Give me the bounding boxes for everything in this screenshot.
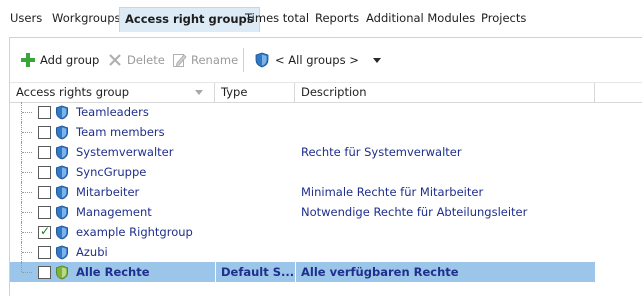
toolbar-separator bbox=[243, 48, 244, 72]
row-name: Azubi bbox=[76, 245, 108, 259]
row-name: SyncGruppe bbox=[76, 165, 147, 179]
column-header-type[interactable]: Type bbox=[215, 83, 295, 102]
rename-button[interactable]: Rename bbox=[171, 50, 238, 70]
table-row[interactable]: SyncGruppe bbox=[10, 162, 595, 182]
shield-icon bbox=[255, 52, 271, 68]
shield-icon bbox=[55, 105, 69, 120]
row-checkbox[interactable] bbox=[38, 106, 51, 119]
shield-icon bbox=[55, 245, 69, 260]
row-description: Minimale Rechte für Mitarbeiter bbox=[301, 185, 484, 199]
table-row[interactable]: Management Notwendige Rechte für Abteilu… bbox=[10, 202, 595, 222]
toolbar: Add group Delete Rename < All groups > bbox=[10, 38, 642, 82]
tree-line bbox=[22, 272, 32, 273]
shield-green-icon bbox=[55, 265, 69, 280]
row-name: Management bbox=[76, 205, 152, 219]
tree-line bbox=[22, 112, 32, 113]
table-row[interactable]: Mitarbeiter Minimale Rechte für Mitarbei… bbox=[10, 182, 595, 202]
tab-workgroups[interactable]: Workgroups bbox=[52, 8, 121, 29]
row-checkbox[interactable] bbox=[38, 146, 51, 159]
rename-label: Rename bbox=[191, 53, 239, 67]
column-header-description[interactable]: Description bbox=[295, 83, 595, 102]
column-divider bbox=[215, 262, 216, 282]
tree-line bbox=[22, 212, 32, 213]
row-name: Systemverwalter bbox=[76, 145, 174, 159]
tree-line bbox=[21, 262, 22, 272]
column-header-name[interactable]: Access rights group bbox=[10, 83, 215, 102]
shield-icon bbox=[55, 225, 69, 240]
table-row[interactable]: Azubi bbox=[10, 242, 595, 262]
shield-icon bbox=[55, 165, 69, 180]
row-description: Notwendige Rechte für Abteilungsleiter bbox=[301, 205, 528, 219]
plus-icon bbox=[20, 52, 36, 68]
tree-line bbox=[22, 192, 32, 193]
shield-icon bbox=[55, 185, 69, 200]
row-name: Alle Rechte bbox=[76, 265, 150, 279]
row-name: Team members bbox=[76, 125, 165, 139]
row-checkbox[interactable] bbox=[38, 206, 51, 219]
shield-icon bbox=[55, 125, 69, 140]
row-checkbox[interactable] bbox=[38, 166, 51, 179]
column-divider bbox=[295, 262, 296, 282]
shield-icon bbox=[55, 205, 69, 220]
add-group-label: Add group bbox=[40, 53, 100, 67]
table-header: Access rights group Type Description bbox=[10, 82, 642, 103]
tree-line bbox=[22, 172, 32, 173]
row-name: Mitarbeiter bbox=[76, 185, 140, 199]
table-row[interactable]: Team members bbox=[10, 122, 595, 142]
row-description: Alle verfügbaren Rechte bbox=[301, 265, 459, 279]
table-row[interactable]: Teamleaders bbox=[10, 102, 595, 122]
tab-bar: Users Workgroups Access right groups Tim… bbox=[0, 0, 642, 38]
row-checkbox[interactable] bbox=[38, 266, 51, 279]
table-row-selected[interactable]: Alle Rechte Default S... Alle verfügbare… bbox=[10, 262, 595, 282]
row-checkbox-checked[interactable]: ✓ bbox=[38, 224, 51, 239]
tab-users[interactable]: Users bbox=[10, 8, 42, 29]
access-groups-panel: Add group Delete Rename < All groups > A… bbox=[9, 37, 642, 296]
delete-label: Delete bbox=[127, 53, 165, 67]
group-filter-dropdown[interactable]: < All groups > bbox=[255, 50, 381, 70]
add-group-button[interactable]: Add group bbox=[20, 50, 99, 70]
row-checkbox[interactable] bbox=[38, 246, 51, 259]
sort-arrow-icon bbox=[195, 90, 203, 95]
tab-times-total[interactable]: Times total bbox=[245, 8, 309, 29]
row-checkbox[interactable] bbox=[38, 186, 51, 199]
checkmark-icon: ✓ bbox=[40, 224, 51, 238]
row-checkbox[interactable] bbox=[38, 126, 51, 139]
edit-document-icon bbox=[171, 52, 187, 68]
tree-line bbox=[22, 152, 32, 153]
tab-reports[interactable]: Reports bbox=[315, 8, 359, 29]
column-header-type-label: Type bbox=[221, 85, 248, 99]
row-name: Teamleaders bbox=[76, 105, 149, 119]
column-header-name-label: Access rights group bbox=[16, 85, 130, 99]
chevron-down-icon bbox=[372, 57, 381, 63]
table-row[interactable]: ✓ example Rightgroup bbox=[10, 222, 595, 242]
column-header-description-label: Description bbox=[301, 85, 367, 99]
group-filter-label: < All groups > bbox=[275, 53, 359, 67]
row-description: Rechte für Systemverwalter bbox=[301, 145, 462, 159]
tree-line bbox=[22, 252, 32, 253]
tab-projects[interactable]: Projects bbox=[481, 8, 526, 29]
row-type: Default S... bbox=[221, 265, 295, 279]
row-name: example Rightgroup bbox=[76, 225, 193, 239]
tab-access-right-groups[interactable]: Access right groups bbox=[119, 7, 260, 32]
table-row[interactable]: Systemverwalter Rechte für Systemverwalt… bbox=[10, 142, 595, 162]
delete-button[interactable]: Delete bbox=[107, 50, 165, 70]
tree-line bbox=[22, 132, 32, 133]
tree-line bbox=[22, 232, 32, 233]
shield-icon bbox=[55, 145, 69, 160]
tab-additional-modules[interactable]: Additional Modules bbox=[366, 8, 475, 29]
x-icon bbox=[107, 52, 123, 68]
